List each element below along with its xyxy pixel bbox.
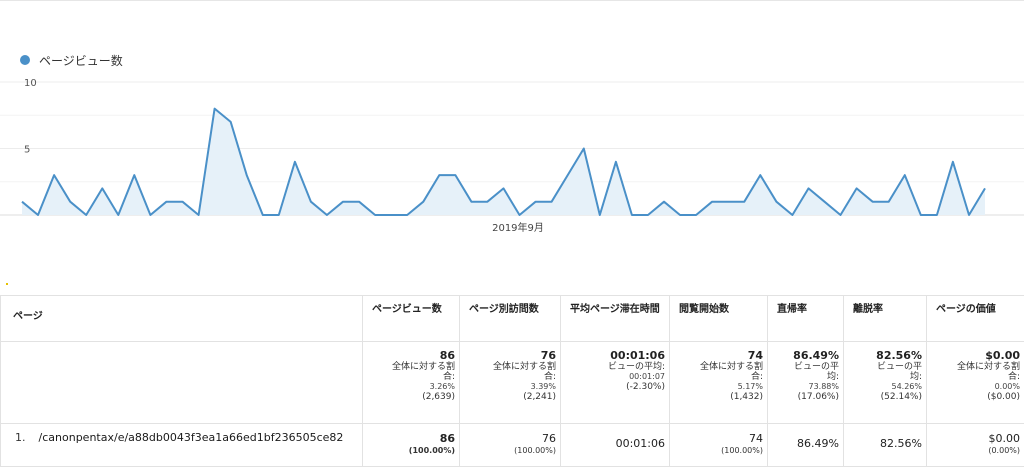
- top-divider: [0, 0, 1024, 1]
- col-header-exit-rate[interactable]: 離脱率: [843, 295, 927, 342]
- row-page-value-cell: $0.00 (0.00%): [926, 423, 1024, 467]
- y-tick-label: 5: [24, 145, 30, 156]
- row-entrances-cell: 74 (100.00%): [669, 423, 768, 467]
- total-cell-pageviews: 86 全体に対する割 合: 3.26% (2,639): [362, 341, 460, 424]
- report-table: ページ ページビュー数 ページ別訪問数 平均ページ滞在時間 閲覧開始数 直帰率 …: [0, 295, 1024, 467]
- total-cell-page-value: $0.00 全体に対する割 合: 0.00% ($0.00): [926, 341, 1024, 424]
- total-cell-exit-rate: 82.56% ビューの平 均: 54.26% (52.14%): [843, 341, 927, 424]
- series-area: [22, 108, 985, 215]
- col-header-unique-pageviews[interactable]: ページ別訪問数: [459, 295, 561, 342]
- chart-legend[interactable]: ページビュー数: [20, 51, 123, 69]
- total-cell-avg-time: 00:01:06 ビューの平均: 00:01:07 (-2.30%): [560, 341, 670, 424]
- totals-label-cell: [0, 341, 363, 424]
- row-number: 1.: [15, 431, 26, 444]
- row-unique-pageviews-cell: 76 (100.00%): [459, 423, 561, 467]
- table-header-row: ページ ページビュー数 ページ別訪問数 平均ページ滞在時間 閲覧開始数 直帰率 …: [0, 295, 1024, 342]
- marker-dot: [6, 283, 8, 285]
- page-path-link[interactable]: /canonpentax/e/a88db0043f3ea1a66ed1bf236…: [39, 431, 362, 445]
- row-avg-time-cell: 00:01:06: [560, 423, 670, 467]
- row-exit-rate-cell: 82.56%: [843, 423, 927, 467]
- row-bounce-rate-cell: 86.49%: [767, 423, 844, 467]
- pageviews-chart[interactable]: 10 5 2019年9月: [0, 74, 1024, 240]
- y-tick-label: 10: [24, 78, 37, 89]
- col-header-entrances[interactable]: 閲覧開始数: [669, 295, 768, 342]
- total-cell-entrances: 74 全体に対する割 合: 5.17% (1,432): [669, 341, 768, 424]
- col-header-bounce-rate[interactable]: 直帰率: [767, 295, 844, 342]
- col-header-avg-time[interactable]: 平均ページ滞在時間: [560, 295, 670, 342]
- col-header-page-value[interactable]: ページの価値: [926, 295, 1024, 342]
- table-row: 1. /canonpentax/e/a88db0043f3ea1a66ed1bf…: [0, 423, 1024, 467]
- total-cell-bounce-rate: 86.49% ビューの平 均: 73.88% (17.06%): [767, 341, 844, 424]
- col-header-page[interactable]: ページ: [0, 295, 363, 342]
- total-cell-unique-pageviews: 76 全体に対する割 合: 3.39% (2,241): [459, 341, 561, 424]
- row-pageviews-cell: 86 (100.00%): [362, 423, 460, 467]
- totals-row: 86 全体に対する割 合: 3.26% (2,639) 76 全体に対する割 合…: [0, 341, 1024, 424]
- legend-label: ページビュー数: [39, 53, 123, 68]
- col-header-pageviews[interactable]: ページビュー数: [362, 295, 460, 342]
- series-dot-icon: [20, 55, 30, 65]
- row-page-cell: 1. /canonpentax/e/a88db0043f3ea1a66ed1bf…: [0, 423, 363, 467]
- x-axis-label: 2019年9月: [492, 221, 544, 234]
